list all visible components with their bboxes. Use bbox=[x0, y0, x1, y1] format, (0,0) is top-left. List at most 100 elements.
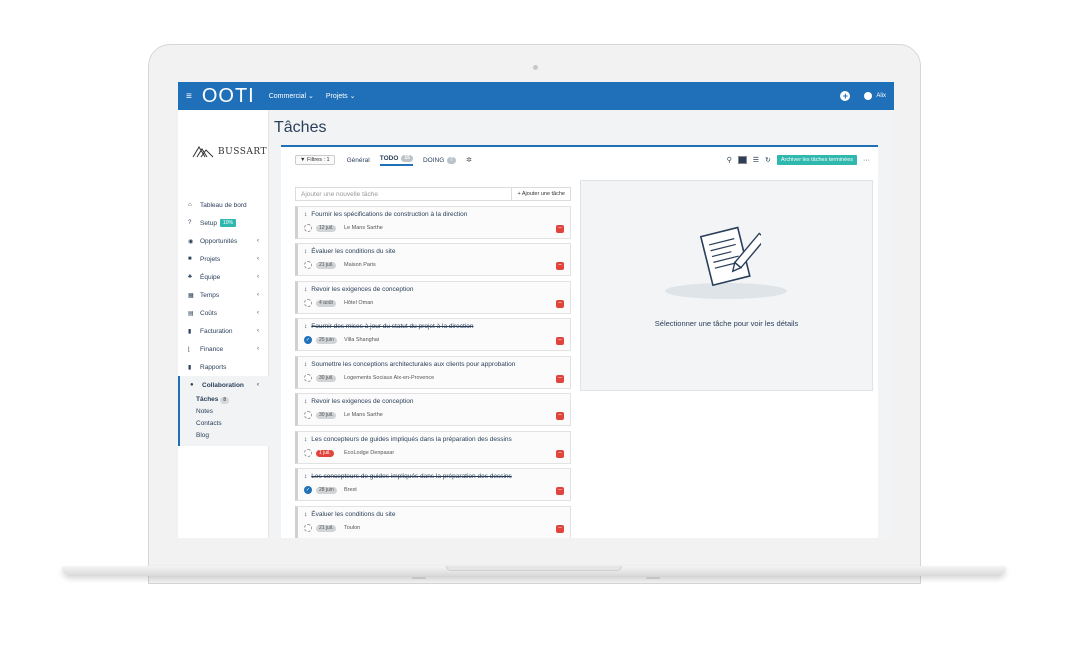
task-title[interactable]: Évaluer les conditions du site bbox=[311, 248, 395, 255]
task-card[interactable]: ↕ Fournir les spécifications de construct… bbox=[295, 205, 571, 239]
task-project: Brest bbox=[344, 487, 357, 493]
chevron-left-icon: ‹ bbox=[257, 256, 259, 262]
task-title[interactable]: Revoir les exigences de conception bbox=[311, 286, 413, 293]
priority-icon[interactable]: – bbox=[556, 224, 564, 233]
drag-handle-icon[interactable]: ↕ bbox=[304, 361, 307, 368]
sidebar-subitem-taches[interactable]: Tâches 8 bbox=[180, 394, 269, 406]
task-card[interactable]: ↕ Revoir les exigences de conception 4 aoû… bbox=[295, 280, 571, 314]
task-card[interactable]: ↕ Les concepteurs de guides impliqués dan… bbox=[295, 430, 571, 464]
priority-icon[interactable]: – bbox=[556, 524, 564, 533]
chevron-left-icon: ‹ bbox=[257, 274, 259, 280]
task-card[interactable]: ↕ Fournir des mises à jour du statut du p… bbox=[295, 318, 571, 351]
chevron-left-icon: ‹ bbox=[257, 238, 259, 244]
hamburger-icon[interactable]: ≡ bbox=[186, 91, 192, 102]
drag-handle-icon[interactable]: ↕ bbox=[304, 511, 307, 518]
sidebar-item-temps[interactable]: ▦ Temps ‹ bbox=[178, 286, 269, 304]
task-title[interactable]: Revoir les exigences de conception bbox=[311, 398, 413, 405]
task-title-row: ↕ Revoir les exigences de conception bbox=[304, 286, 414, 293]
list-view-icon[interactable]: ☰ bbox=[753, 156, 759, 164]
drag-handle-icon[interactable]: ↕ bbox=[304, 473, 307, 480]
sidebar-item-label: Setup bbox=[200, 219, 217, 227]
refresh-icon[interactable]: ↻ bbox=[765, 156, 771, 164]
task-done-check-icon[interactable]: ✓ bbox=[304, 486, 312, 494]
priority-icon[interactable]: – bbox=[556, 262, 564, 270]
task-card[interactable]: ↕ Évaluer les conditions du site 21 juil. T… bbox=[295, 505, 571, 538]
priority-icon[interactable]: – bbox=[556, 412, 564, 420]
task-due-date: 12 juil. bbox=[316, 224, 337, 232]
setup-progress-badge: 10% bbox=[220, 219, 237, 227]
nav-commercial[interactable]: Commercial ⌄ bbox=[269, 92, 314, 100]
task-status-circle-icon[interactable] bbox=[304, 373, 312, 382]
priority-icon[interactable]: – bbox=[556, 487, 564, 495]
laptop-foot bbox=[412, 577, 426, 579]
sidebar-subitem-contacts[interactable]: Contacts bbox=[180, 418, 269, 430]
gear-icon[interactable]: ✲ bbox=[466, 156, 472, 164]
task-title[interactable]: Les concepteurs de guides impliqués dans… bbox=[311, 436, 512, 443]
task-title[interactable]: Fournir les spécifications de constructi… bbox=[311, 211, 467, 218]
sidebar-item-label: Opportunités bbox=[200, 237, 238, 245]
priority-icon[interactable]: – bbox=[556, 374, 564, 383]
sidebar-item-finance[interactable]: ⌊ Finance ‹ bbox=[178, 340, 269, 358]
task-done-check-icon[interactable]: ✓ bbox=[304, 336, 312, 344]
board-view-icon[interactable] bbox=[737, 156, 747, 164]
user-icon[interactable] bbox=[864, 92, 873, 100]
priority-icon[interactable]: – bbox=[556, 449, 564, 458]
sidebar-item-label: Finance bbox=[200, 345, 224, 353]
task-title[interactable]: Évaluer les conditions du site bbox=[311, 511, 395, 518]
sidebar-subitem-label: Tâches bbox=[196, 396, 219, 403]
sidebar-item-rapports[interactable]: ▮ Rapports bbox=[178, 358, 269, 376]
sidebar-item-setup[interactable]: ? Setup 10% bbox=[178, 214, 269, 232]
sidebar-item-facturation[interactable]: ▮ Facturation ‹ bbox=[178, 322, 269, 340]
filters-button[interactable]: ▼ Filtres : 1 bbox=[295, 155, 335, 165]
task-status-circle-icon[interactable] bbox=[304, 411, 312, 419]
task-status-circle-icon[interactable] bbox=[304, 223, 312, 232]
nav-projets[interactable]: Projets ⌄ bbox=[326, 92, 356, 100]
priority-icon[interactable]: – bbox=[556, 299, 564, 308]
task-title[interactable]: Soumettre les conceptions architecturale… bbox=[311, 361, 515, 368]
tab-todo[interactable]: TODO 15 bbox=[379, 154, 413, 166]
task-card[interactable]: ↕ Revoir les exigences de conception 30 ju… bbox=[295, 393, 571, 426]
tab-general[interactable]: Général bbox=[347, 157, 370, 164]
priority-icon[interactable]: – bbox=[556, 337, 564, 345]
sidebar-subitem-blog[interactable]: Blog bbox=[180, 430, 269, 442]
task-card[interactable]: ↕ Évaluer les conditions du site 21 juil. M… bbox=[295, 243, 571, 276]
sidebar-item-projets[interactable]: ■ Projets ‹ bbox=[178, 250, 269, 268]
invoice-icon: ▮ bbox=[188, 328, 192, 335]
task-title[interactable]: Fournir des mises à jour du statut du pr… bbox=[311, 323, 473, 330]
drag-handle-icon[interactable]: ↕ bbox=[304, 286, 307, 293]
task-card[interactable]: ↕ Les concepteurs de guides impliqués dan… bbox=[295, 468, 571, 501]
task-card[interactable]: ↕ Soumettre les conceptions architectural… bbox=[295, 355, 571, 389]
search-icon[interactable]: ⚲ bbox=[727, 156, 732, 164]
add-task-button[interactable]: + Ajouter une tâche bbox=[511, 188, 570, 200]
task-title[interactable]: Les concepteurs de guides impliqués dans… bbox=[311, 473, 512, 480]
sidebar-item-collaboration[interactable]: ● Collaboration ‹ bbox=[180, 376, 269, 394]
task-status-circle-icon[interactable] bbox=[304, 523, 312, 532]
task-status-circle-icon[interactable] bbox=[304, 261, 312, 269]
drag-handle-icon[interactable]: ↕ bbox=[304, 248, 307, 255]
sidebar-subitem-notes[interactable]: Notes bbox=[180, 406, 269, 418]
task-status-circle-icon[interactable] bbox=[304, 448, 312, 457]
drag-handle-icon[interactable]: ↕ bbox=[304, 323, 307, 330]
filter-icon: ▼ bbox=[300, 157, 306, 163]
user-name[interactable]: Alix bbox=[876, 93, 886, 99]
new-task-input[interactable]: Ajouter une nouvelle tâche bbox=[296, 191, 511, 198]
question-icon: ? bbox=[188, 220, 192, 226]
sidebar-item-equipe[interactable]: ♣ Équipe ‹ bbox=[178, 268, 269, 286]
archive-done-tasks-button[interactable]: Archiver les tâches terminées bbox=[776, 155, 857, 165]
tab-count: 7 bbox=[447, 156, 457, 164]
company-logo: BUSSART bbox=[192, 146, 267, 158]
task-status-circle-icon[interactable] bbox=[304, 298, 312, 307]
more-icon[interactable]: ··· bbox=[863, 157, 870, 164]
sidebar-item-opportunites[interactable]: ◉ Opportunités ‹ bbox=[178, 232, 269, 250]
drag-handle-icon[interactable]: ↕ bbox=[304, 436, 307, 443]
drag-handle-icon[interactable]: ↕ bbox=[304, 211, 307, 218]
sidebar-item-couts[interactable]: ▤ Coûts ‹ bbox=[178, 304, 269, 322]
add-icon[interactable]: + bbox=[840, 91, 851, 101]
sidebar-item-label: Équipe bbox=[200, 273, 221, 281]
tab-doing[interactable]: DOING 7 bbox=[423, 156, 457, 164]
app-logo[interactable]: OOTI bbox=[202, 86, 255, 106]
chevron-left-icon: ‹ bbox=[257, 382, 259, 388]
tasks-panel: ▼ Filtres : 1 Général TODO 15 DOING 7 ✲ ⚲ … bbox=[281, 145, 878, 538]
drag-handle-icon[interactable]: ↕ bbox=[304, 398, 307, 405]
sidebar-item-tableau-de-bord[interactable]: ⌂ Tableau de bord bbox=[178, 196, 269, 214]
